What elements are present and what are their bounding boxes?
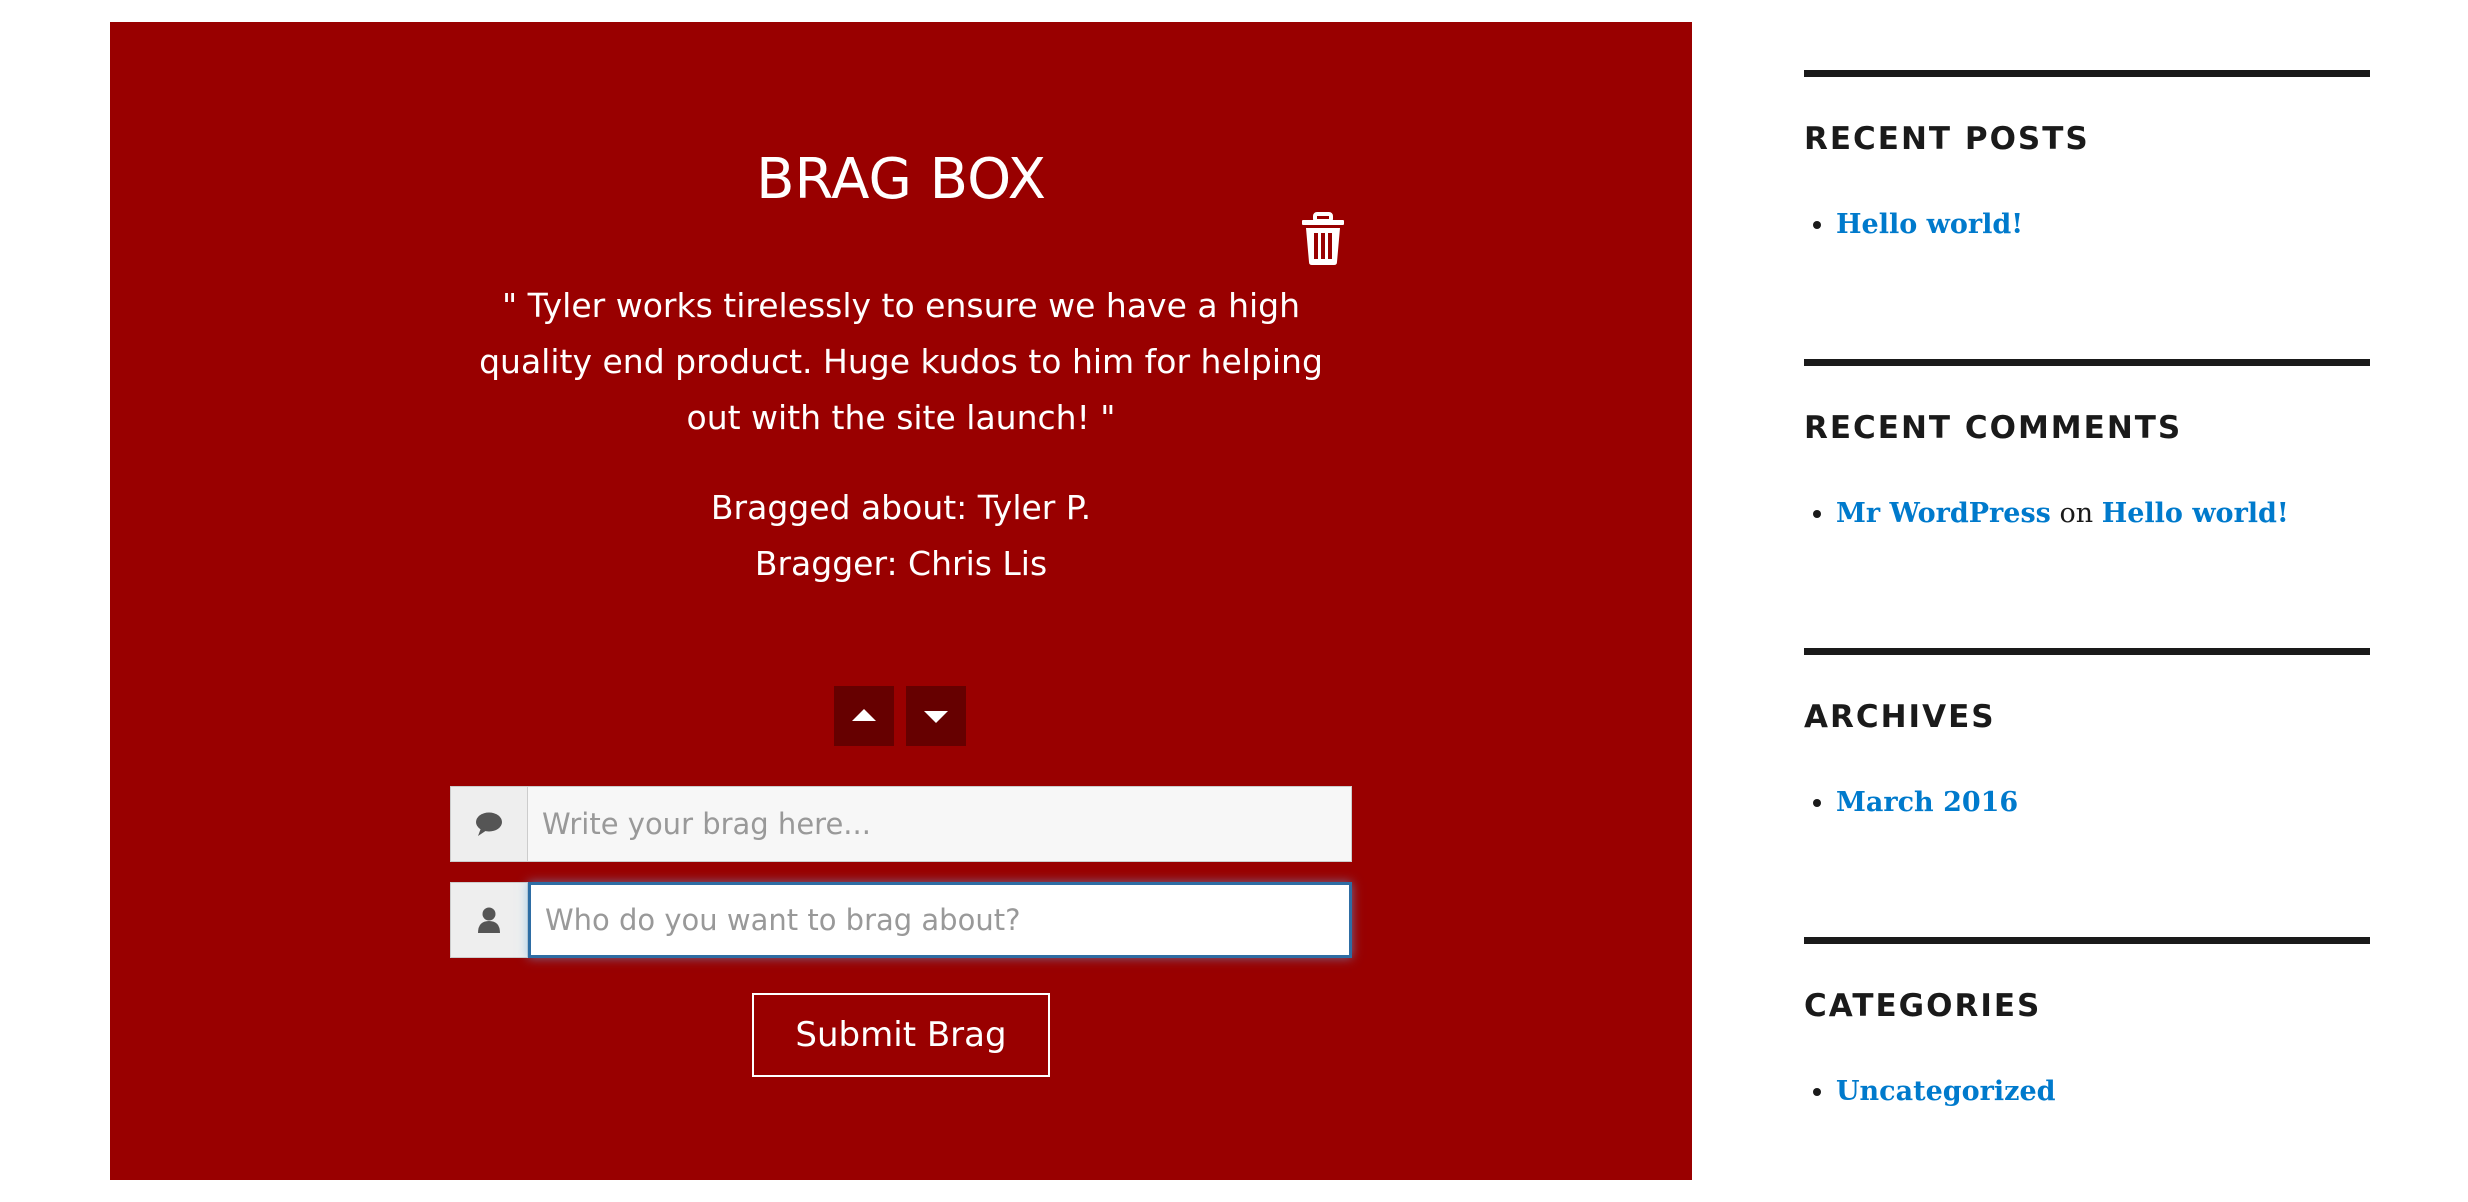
upvote-button[interactable] — [834, 686, 894, 746]
archive-link[interactable]: March 2016 — [1836, 787, 2018, 818]
brag-box-title: BRAG BOX — [756, 147, 1046, 212]
archives-widget: ARCHIVES March 2016 — [1804, 648, 2370, 818]
downvote-button[interactable] — [906, 686, 966, 746]
brag-text-input[interactable] — [528, 786, 1352, 862]
who-input-group — [450, 882, 1352, 958]
recent-posts-list: Hello world! — [1804, 207, 2023, 243]
brag-box-panel: BRAG BOX " Tyler works tirelessly to ens… — [110, 22, 1692, 1180]
list-item: Hello world! — [1836, 207, 2023, 243]
caret-down-icon — [924, 711, 948, 723]
list-item: Mr WordPress on Hello world! — [1836, 496, 2289, 532]
categories-title: CATEGORIES — [1804, 988, 2042, 1024]
who-input-addon — [450, 882, 528, 958]
caret-up-icon — [852, 709, 876, 721]
submit-brag-button[interactable]: Submit Brag — [752, 993, 1050, 1077]
user-icon — [478, 907, 500, 933]
brag-input-addon — [450, 786, 528, 862]
archives-title: ARCHIVES — [1804, 699, 1996, 735]
recent-posts-widget: RECENT POSTS Hello world! — [1804, 70, 2370, 240]
list-item: Uncategorized — [1836, 1074, 2056, 1110]
trash-icon — [1302, 212, 1344, 265]
recent-comments-widget: RECENT COMMENTS Mr WordPress on Hello wo… — [1804, 359, 2370, 529]
comment-icon — [476, 812, 502, 836]
category-link[interactable]: Uncategorized — [1836, 1076, 2056, 1107]
recent-comments-title: RECENT COMMENTS — [1804, 410, 2183, 446]
bragger-text: Bragger: Chris Lis — [754, 544, 1048, 583]
list-item: March 2016 — [1836, 785, 2018, 821]
recent-comments-list: Mr WordPress on Hello world! — [1804, 496, 2289, 532]
archives-list: March 2016 — [1804, 785, 2018, 821]
recent-posts-title: RECENT POSTS — [1804, 121, 2090, 157]
comment-author-link[interactable]: Mr WordPress — [1836, 498, 2051, 529]
categories-list: Uncategorized — [1804, 1074, 2056, 1110]
brag-quote: " Tyler works tirelessly to ensure we ha… — [479, 286, 1323, 437]
comment-post-link[interactable]: Hello world! — [2102, 498, 2289, 529]
recent-post-link[interactable]: Hello world! — [1836, 209, 2023, 240]
comment-connector: on — [2059, 498, 2094, 529]
brag-input-group — [450, 786, 1352, 862]
categories-widget: CATEGORIES Uncategorized — [1804, 937, 2370, 1107]
who-text-input[interactable] — [528, 882, 1352, 958]
delete-brag-button[interactable] — [1298, 212, 1348, 266]
bragged-about-text: Bragged about: Tyler P. — [710, 488, 1092, 527]
